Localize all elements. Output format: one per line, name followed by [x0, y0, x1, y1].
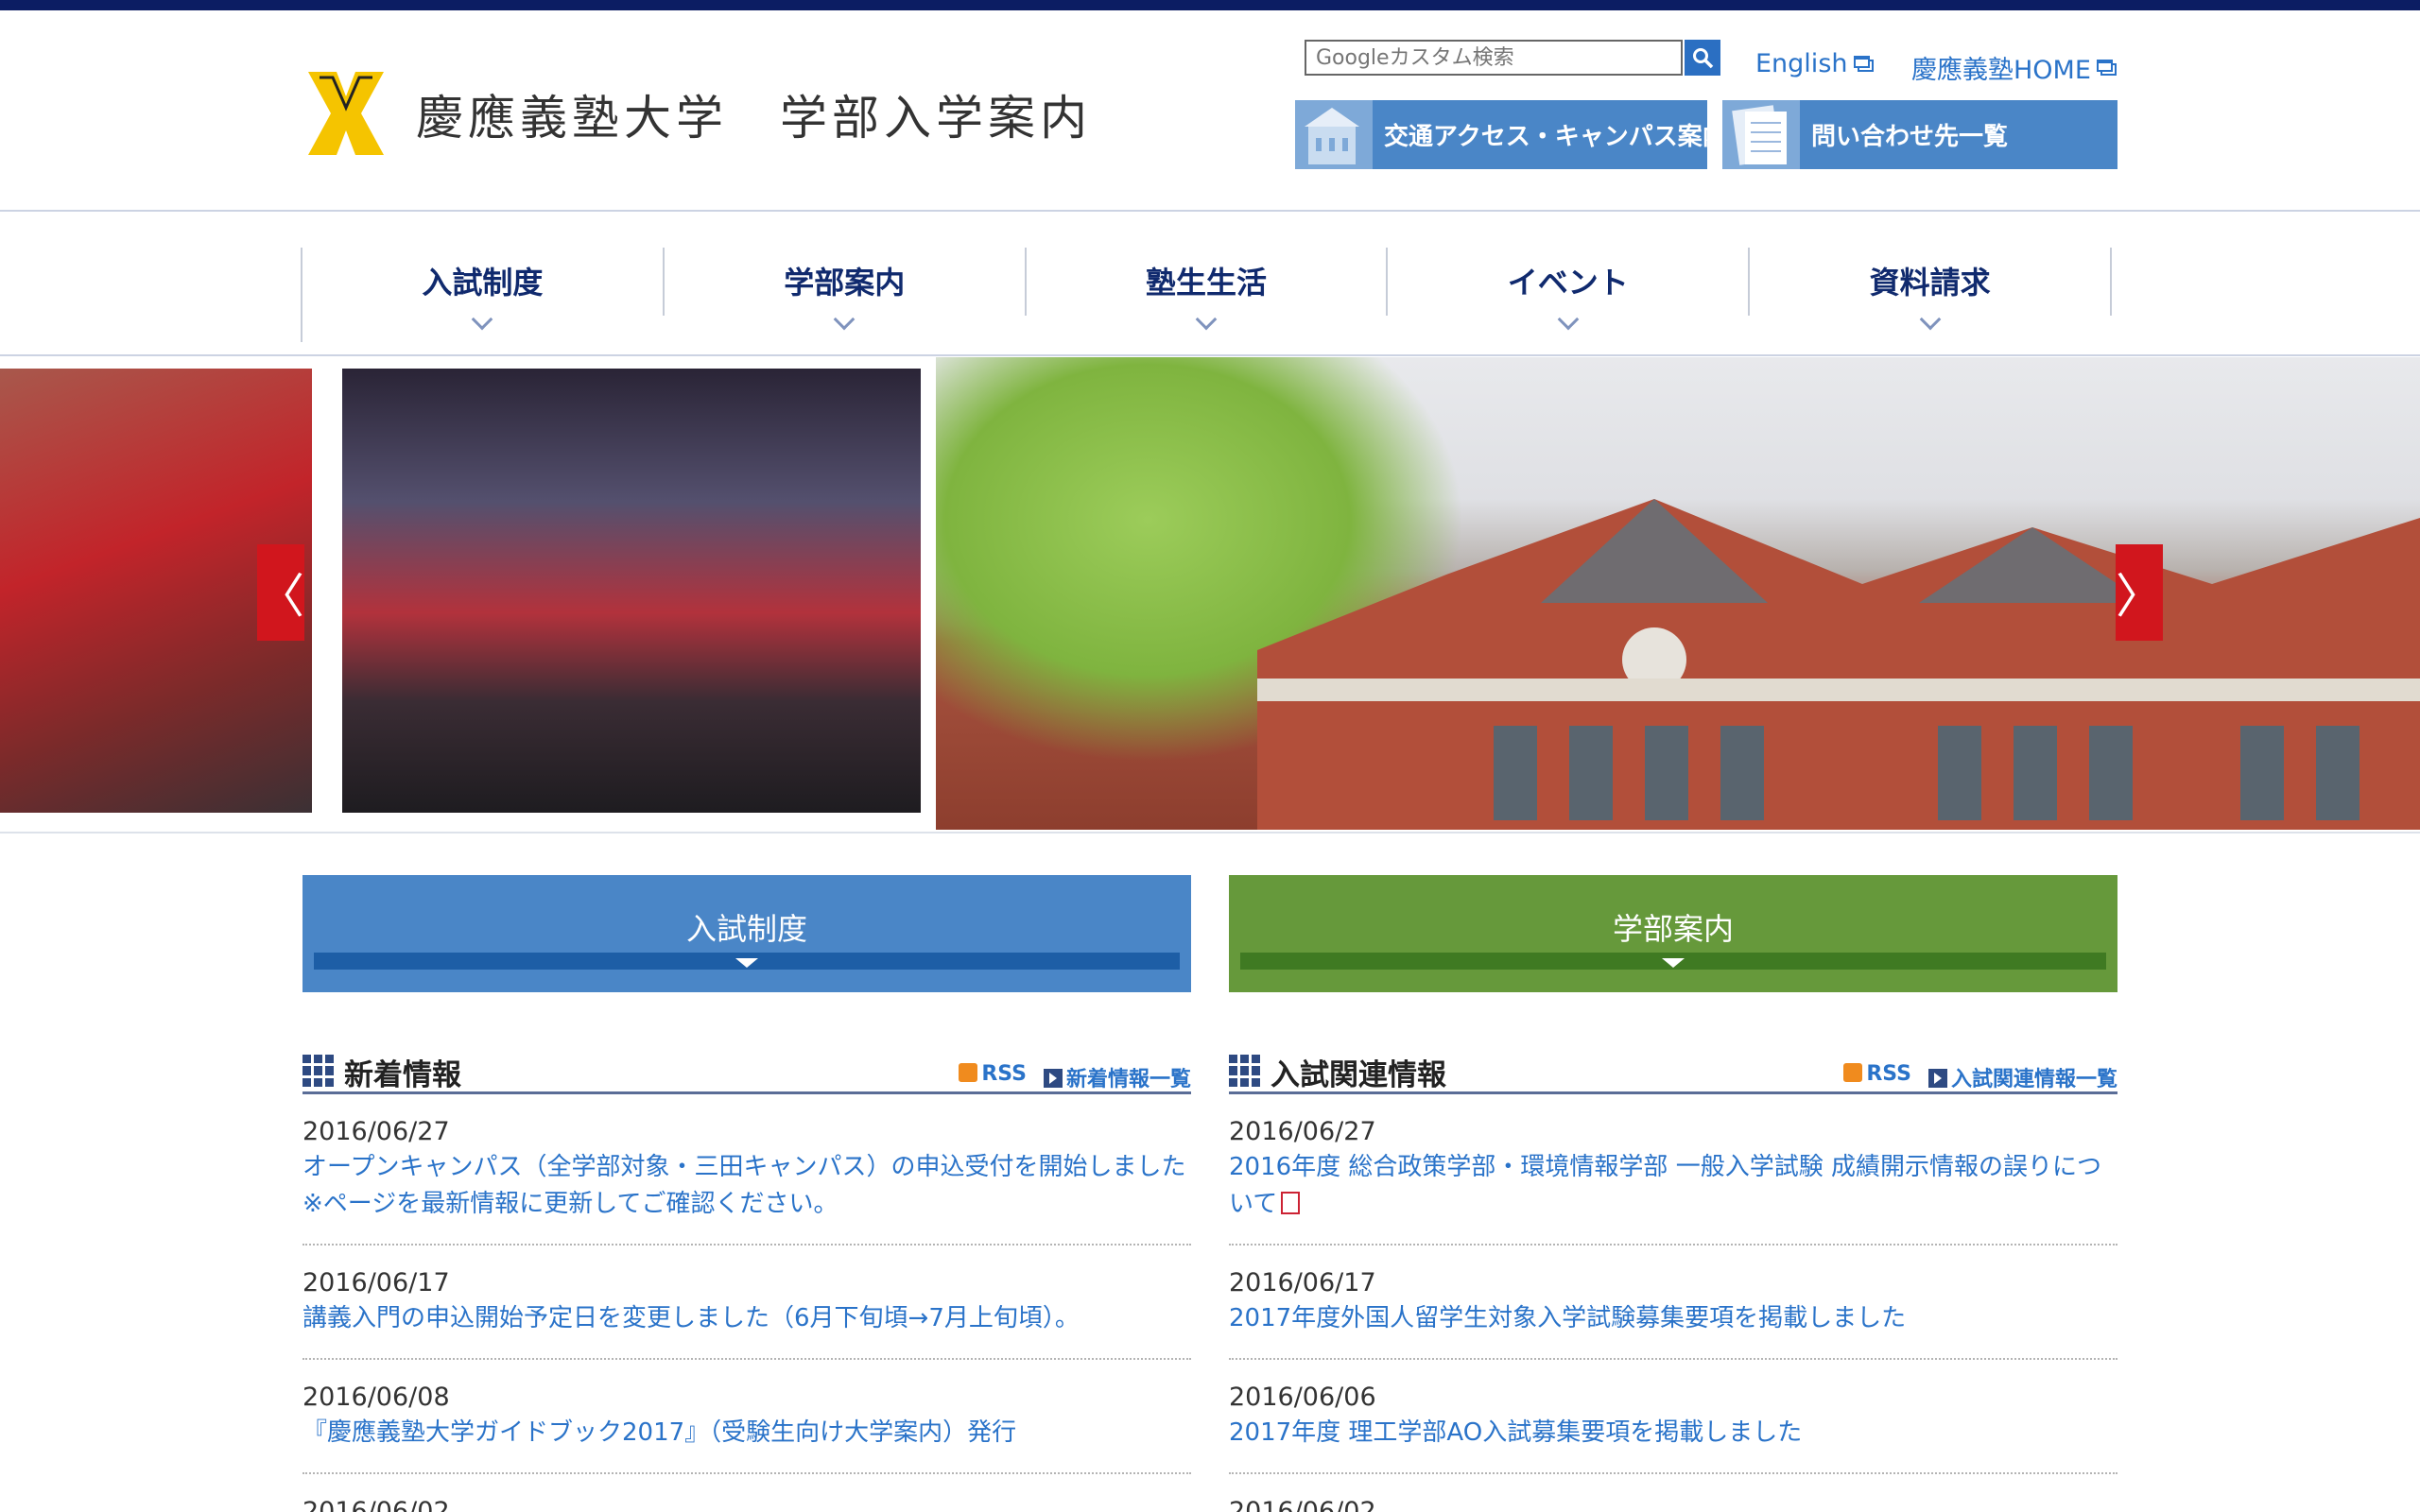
new-window-icon	[2096, 59, 2117, 76]
exam-news-link[interactable]: 2017年度 理工学部AO入試募集要項を掲載しました	[1229, 1415, 2118, 1452]
exam-news-date: 2016/06/27	[1229, 1117, 1376, 1146]
news-link[interactable]: 講義入門の申込開始予定日を変更しました（6月下旬頃→7月上旬頃）。	[302, 1300, 1191, 1337]
site-title[interactable]: 慶應義塾大学 学部入学案内	[416, 94, 1092, 142]
exam-news-item: 2016/06/17 2017年度外国人留学生対象入学試験募集要項を掲載しました	[1229, 1246, 2118, 1360]
rss-icon	[959, 1063, 978, 1082]
grid-icon	[302, 1055, 335, 1087]
nav-item-student-life[interactable]: 塾生生活	[1027, 248, 1389, 331]
search-button[interactable]	[1685, 40, 1720, 76]
exam-news-link-text: 2016年度 総合政策学部・環境情報学部 一般入学試験 成績開示情報の誤りについ…	[1229, 1153, 2101, 1218]
arrow-right-icon	[1927, 1069, 1947, 1088]
nav-item-events[interactable]: イベント	[1388, 248, 1751, 331]
admissions-section-button[interactable]: 入試制度	[302, 875, 1191, 992]
search-icon	[1693, 48, 1714, 69]
exam-news-title: 入試関連情報	[1270, 1058, 1446, 1092]
contact-list-button[interactable]: 問い合わせ先一覧	[1722, 100, 2118, 169]
exam-news-item: 2016/06/02	[1229, 1474, 2118, 1512]
news-date: 2016/06/17	[302, 1268, 450, 1297]
caret-down-icon	[1662, 958, 1685, 968]
news-date: 2016/06/02	[302, 1497, 450, 1512]
search-input[interactable]	[1305, 40, 1683, 76]
exam-news-link[interactable]: 2016年度 総合政策学部・環境情報学部 一般入学試験 成績開示情報の誤りについ…	[1229, 1149, 2118, 1223]
nav-item-label: 入試制度	[422, 265, 544, 301]
chevron-down-icon	[1919, 308, 1941, 331]
chevron-down-icon	[472, 308, 493, 331]
exam-news-header: 入試関連情報 RSS 入試関連情報一覧	[1229, 1047, 2118, 1094]
exam-news-date: 2016/06/06	[1229, 1383, 1376, 1412]
building-icon	[1295, 100, 1373, 169]
news-rss-link[interactable]: RSS	[959, 1062, 1027, 1092]
contact-list-label: 問い合わせ先一覧	[1811, 123, 2009, 151]
exam-news-column: 入試関連情報 RSS 入試関連情報一覧 2016/06/27 2016年度 総合…	[1229, 1047, 2118, 1512]
keio-pen-logo[interactable]	[301, 68, 391, 159]
top-accent-bar	[0, 0, 2420, 10]
news-item: 2016/06/27 オープンキャンパス（全学部対象・三田キャンパス）の申込受付…	[302, 1094, 1191, 1246]
grid-icon	[1229, 1055, 1261, 1087]
library-building-illustration	[1257, 499, 2420, 830]
news-item: 2016/06/17 講義入門の申込開始予定日を変更しました（6月下旬頃→7月上…	[302, 1246, 1191, 1360]
slider-next-button[interactable]: 〉	[2116, 544, 2163, 641]
nav-item-label: イベント	[1507, 265, 1629, 301]
exam-list-label: 入試関連情報一覧	[1950, 1068, 2118, 1091]
access-campus-label: 交通アクセス・キャンパス案内	[1384, 123, 1707, 151]
new-window-icon	[1853, 55, 1874, 72]
exam-rss-link[interactable]: RSS	[1843, 1062, 1911, 1092]
rss-label: RSS	[981, 1062, 1027, 1086]
access-campus-button[interactable]: 交通アクセス・キャンパス案内	[1295, 100, 1707, 169]
chevron-down-icon	[1195, 308, 1218, 331]
global-nav: 入試制度 学部案内 塾生生活 イベント 資料請求	[301, 248, 2112, 342]
news-header: 新着情報 RSS 新着情報一覧	[302, 1047, 1191, 1094]
nav-item-label: 資料請求	[1869, 265, 1991, 301]
english-link[interactable]: English	[1755, 49, 1875, 78]
nav-item-label: 学部案内	[784, 265, 906, 301]
header-divider	[0, 210, 2420, 212]
exam-news-item: 2016/06/06 2017年度 理工学部AO入試募集要項を掲載しました	[1229, 1360, 2118, 1474]
news-list-link[interactable]: 新着情報一覧	[1043, 1062, 1191, 1092]
exam-news-link[interactable]: 2017年度外国人留学生対象入学試験募集要項を掲載しました	[1229, 1300, 2118, 1337]
pdf-icon	[1281, 1192, 1301, 1214]
slider-prev-button[interactable]: 〈	[257, 544, 304, 641]
news-list-label: 新着情報一覧	[1065, 1068, 1191, 1091]
rss-label: RSS	[1866, 1062, 1911, 1086]
news-title: 新着情報	[344, 1058, 461, 1092]
keio-home-link-label: 慶應義塾HOME	[1911, 56, 2091, 85]
chevron-down-icon	[833, 308, 856, 331]
exam-news-date: 2016/06/02	[1229, 1497, 1376, 1512]
exam-news-date: 2016/06/17	[1229, 1268, 1376, 1297]
arrow-right-icon	[1043, 1069, 1063, 1088]
nav-divider	[0, 354, 2420, 356]
nav-item-admissions[interactable]: 入試制度	[302, 248, 665, 331]
news-item: 2016/06/02	[302, 1474, 1191, 1512]
exam-news-links: RSS 入試関連情報一覧	[1843, 1062, 2118, 1092]
news-links: RSS 新着情報一覧	[959, 1062, 1191, 1092]
nav-item-faculties[interactable]: 学部案内	[665, 248, 1027, 331]
faculties-section-button[interactable]: 学部案内	[1229, 875, 2118, 992]
news-link[interactable]: 『慶應義塾大学ガイドブック2017』（受験生向け大学案内）発行	[302, 1415, 1191, 1452]
english-link-label: English	[1755, 49, 1848, 78]
rss-icon	[1843, 1063, 1863, 1082]
news-link[interactable]: オープンキャンパス（全学部対象・三田キャンパス）の申込受付を開始しました※ページ…	[302, 1149, 1191, 1223]
document-list-icon	[1722, 100, 1800, 169]
slide-previews	[0, 357, 936, 830]
chevron-down-icon	[1557, 308, 1580, 331]
nav-item-label: 塾生生活	[1145, 265, 1267, 301]
slider-divider	[0, 832, 2420, 833]
exam-news-item: 2016/06/27 2016年度 総合政策学部・環境情報学部 一般入学試験 成…	[1229, 1094, 2118, 1246]
news-item: 2016/06/08 『慶應義塾大学ガイドブック2017』（受験生向け大学案内）…	[302, 1360, 1191, 1474]
caret-down-icon	[735, 958, 758, 968]
admissions-section-label: 入試制度	[685, 911, 807, 947]
search-box	[1305, 40, 1720, 76]
keio-home-link[interactable]: 慶應義塾HOME	[1911, 49, 2118, 86]
nav-item-materials[interactable]: 資料請求	[1750, 248, 2112, 331]
news-date: 2016/06/08	[302, 1383, 450, 1412]
cheerleading-stage-photo	[342, 369, 921, 813]
news-date: 2016/06/27	[302, 1117, 450, 1146]
exam-list-link[interactable]: 入試関連情報一覧	[1927, 1062, 2118, 1092]
faculties-section-label: 学部案内	[1612, 911, 1734, 947]
hero-slider: 〈 〉	[0, 357, 2420, 830]
news-column: 新着情報 RSS 新着情報一覧 2016/06/27 オープンキャンパス（全学部…	[302, 1047, 1191, 1512]
